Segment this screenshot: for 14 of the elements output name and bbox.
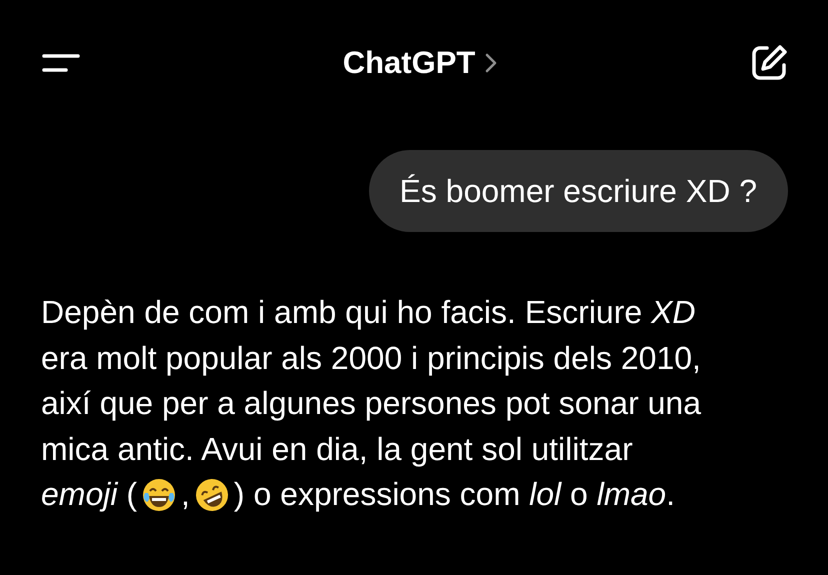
- response-text: així que per a algunes persones pot sonar una: [41, 384, 702, 423]
- user-message: És boomer escriure XD ?: [368, 150, 788, 232]
- chevron-right-icon: [485, 53, 498, 73]
- model-title[interactable]: ChatGPT: [342, 45, 498, 81]
- menu-icon[interactable]: [42, 54, 80, 72]
- new-chat-icon[interactable]: [750, 44, 788, 82]
- response-text: Depèn de com i amb qui ho facis. Escriure XD: [41, 293, 696, 332]
- rolling-laughing-emoji-icon: [194, 476, 230, 513]
- response-text: era molt popular als 2000 i principis dels 2010,: [41, 338, 701, 378]
- response-text: emoji (: [41, 475, 138, 514]
- response-text: ,: [181, 475, 190, 514]
- tears-of-joy-emoji-icon: [141, 476, 178, 513]
- response-text: ) o expressions com lol o lmao.: [234, 475, 675, 514]
- response-text: mica antic. Avui en dia, la gent sol utilitzar: [41, 430, 633, 469]
